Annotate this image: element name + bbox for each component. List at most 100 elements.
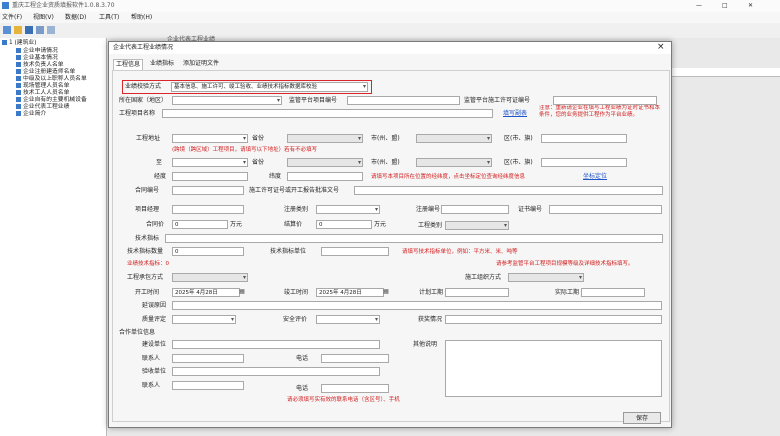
- province-select[interactable]: [287, 134, 363, 143]
- tab-project-info[interactable]: 工程信息: [113, 59, 144, 70]
- cert-no-input[interactable]: [549, 205, 662, 214]
- tree-root[interactable]: 1 (建筑业): [2, 40, 36, 47]
- print-icon[interactable]: [36, 26, 44, 34]
- phone2-input[interactable]: [321, 384, 389, 393]
- other-notes-textarea[interactable]: [445, 340, 662, 397]
- inspect-unit-input[interactable]: [172, 367, 380, 376]
- calendar-icon[interactable]: ▦: [382, 288, 390, 296]
- tab-performance-index[interactable]: 业绩指标: [148, 59, 176, 69]
- menu-help[interactable]: 帮助(H): [131, 14, 152, 22]
- check-method-select[interactable]: 基本信息、施工许可、竣工验收、业绩技术指标数据库校验: [171, 82, 368, 92]
- quality-select[interactable]: [172, 315, 236, 324]
- permit-no-label: 施工许可证号或开工报告批准文号: [249, 187, 340, 194]
- export-icon[interactable]: [47, 26, 55, 34]
- contact2-input[interactable]: [172, 381, 244, 390]
- project-name-input[interactable]: [162, 109, 493, 118]
- lng-input[interactable]: [172, 172, 248, 181]
- tree-item[interactable]: 技术负责人名单: [16, 62, 64, 69]
- platform-permit-input[interactable]: [553, 96, 657, 105]
- node-icon: [16, 111, 21, 116]
- province-label: 省份: [252, 135, 265, 142]
- other-notes-label: 其他说明: [413, 341, 438, 348]
- calendar-icon[interactable]: ▦: [238, 288, 246, 296]
- tree-item[interactable]: 企业自有的主要机械设备: [16, 97, 87, 104]
- new-icon[interactable]: [3, 26, 11, 34]
- district-input[interactable]: [541, 134, 627, 143]
- tree-item[interactable]: 企业基本情况: [16, 55, 58, 62]
- menu-view[interactable]: 视图(V): [33, 14, 54, 22]
- dialog-close-icon[interactable]: ×: [657, 43, 665, 52]
- org-mode-select[interactable]: [508, 273, 584, 282]
- navigation-tree: 1 (建筑业) 企业申请情况 企业基本情况 技术负责人名单 企业注册建造师名单 …: [0, 38, 107, 436]
- platform-no-label: 监管平台项目编号: [289, 97, 338, 104]
- finish-date-label: 竣工时间: [284, 289, 309, 296]
- coord-locate-link[interactable]: 坐标定位: [583, 173, 607, 181]
- close-window-icon[interactable]: ✕: [748, 2, 753, 10]
- builder-unit-input[interactable]: [172, 340, 380, 349]
- to-country-select[interactable]: [172, 158, 248, 167]
- tree-item[interactable]: 企业简介: [16, 111, 46, 118]
- contract-mode-select[interactable]: [172, 273, 248, 282]
- tree-item[interactable]: 技术工人人员名单: [16, 90, 69, 97]
- minimize-icon[interactable]: —: [696, 2, 702, 10]
- to-district-input[interactable]: [541, 158, 627, 167]
- to-city-select[interactable]: [416, 158, 492, 167]
- start-date-input[interactable]: 2025年 4月28日: [172, 288, 240, 297]
- tree-item[interactable]: 企业申请情况: [16, 48, 58, 55]
- project-type-select[interactable]: [445, 221, 509, 230]
- plan-period-input[interactable]: [445, 288, 509, 297]
- contract-no-label: 合同编号: [135, 187, 160, 194]
- tech-index-label: 技术指标: [135, 235, 160, 242]
- maximize-icon[interactable]: □: [722, 2, 728, 10]
- to-province-select[interactable]: [287, 158, 363, 167]
- tree-item[interactable]: 企业代表工程业绩: [16, 104, 69, 111]
- tech-unit-input[interactable]: [321, 247, 389, 256]
- open-icon[interactable]: [14, 26, 22, 34]
- node-icon: [16, 90, 21, 95]
- tech-qty-input[interactable]: 0: [172, 247, 244, 256]
- reference-hint: 请参考监管平台工程项目规模等级及详细技术指标填写。: [496, 261, 634, 267]
- actual-period-input[interactable]: [581, 288, 645, 297]
- reg-no-input[interactable]: [441, 205, 509, 214]
- award-input[interactable]: [445, 315, 662, 324]
- contact-input[interactable]: [172, 354, 244, 363]
- phone-input[interactable]: [321, 354, 389, 363]
- tree-item[interactable]: 企业注册建造师名单: [16, 69, 75, 76]
- tab-add-proof[interactable]: 添加证明文件: [181, 59, 221, 69]
- contact2-label: 联系人: [142, 382, 161, 389]
- lat-input[interactable]: [287, 172, 363, 181]
- platform-no-input[interactable]: [347, 96, 460, 105]
- delay-reason-input[interactable]: [172, 301, 662, 310]
- grid-header: [670, 68, 780, 77]
- address-country-select[interactable]: [172, 134, 248, 143]
- menu-tools[interactable]: 工具(T): [99, 14, 119, 22]
- contract-no-input[interactable]: [172, 186, 244, 195]
- menu-file[interactable]: 文件(F): [2, 14, 22, 22]
- lng-label: 经度: [154, 173, 167, 180]
- save-icon[interactable]: [25, 26, 33, 34]
- settle-amount-input[interactable]: 0: [316, 220, 372, 229]
- country-select[interactable]: [172, 96, 282, 105]
- app-title: 重庆工程企业资质填报软件1.0.8.3.70: [12, 2, 115, 9]
- finish-date-input[interactable]: 2025年 4月28日: [316, 288, 384, 297]
- tree-item[interactable]: 现场管理人员名单: [16, 83, 69, 90]
- contact-label: 联系人: [142, 355, 161, 362]
- menu-data[interactable]: 数据(D): [65, 14, 86, 22]
- permit-no-input[interactable]: [354, 186, 663, 195]
- plan-period-label: 计划工期: [419, 289, 444, 296]
- reg-type-select[interactable]: [316, 205, 380, 214]
- tree-item[interactable]: 中级及以上职称人员名单: [16, 76, 87, 83]
- pm-input[interactable]: [172, 205, 244, 214]
- node-icon: [16, 76, 21, 81]
- save-button[interactable]: 保存: [623, 412, 661, 424]
- city-select[interactable]: [416, 134, 492, 143]
- to-district-label: 区(市、旗): [504, 159, 533, 166]
- fill-info-link[interactable]: 填写副表: [503, 110, 527, 118]
- tech-index-input[interactable]: [165, 234, 663, 243]
- contract-unit-label: 万元: [230, 221, 243, 228]
- lnglat-hint: 请填写本项目所在位置的经纬度，点击坐标定位查询经纬度信息: [371, 174, 526, 180]
- contract-amount-input[interactable]: 0: [172, 220, 228, 229]
- safety-select[interactable]: [316, 315, 380, 324]
- contract-mode-label: 工程承包方式: [127, 274, 164, 281]
- inspect-unit-label: 验收单位: [142, 368, 167, 375]
